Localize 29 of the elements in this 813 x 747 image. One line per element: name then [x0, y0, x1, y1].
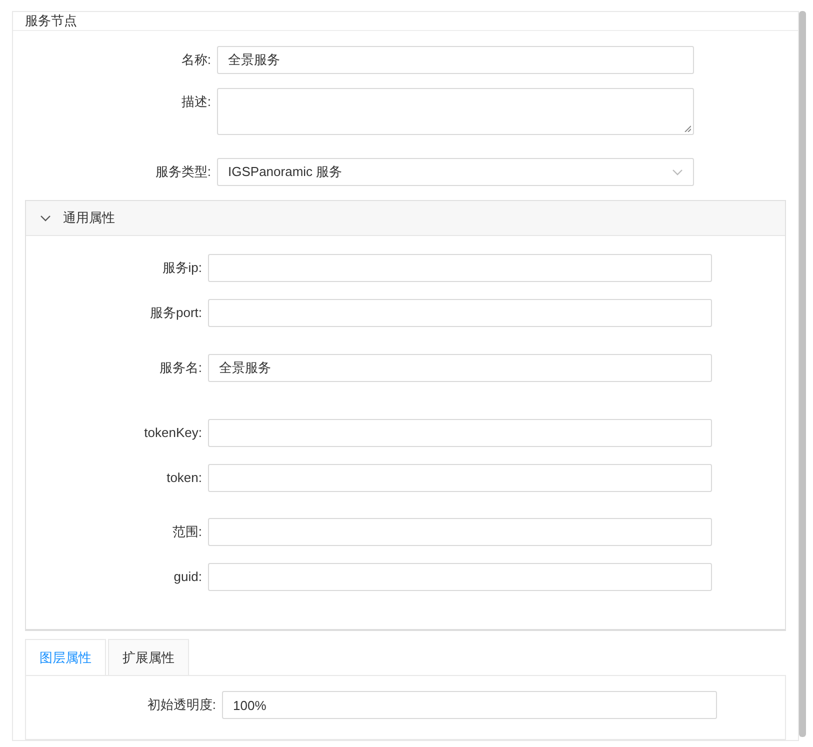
field-label: 名称: [180, 51, 212, 69]
field-label: 服务类型: [154, 163, 212, 181]
input-field[interactable]: 100% [222, 691, 717, 719]
input-field[interactable] [208, 518, 712, 546]
input-field[interactable]: 全景服务 [217, 46, 694, 74]
field-label: 描述: [180, 93, 212, 111]
field-label: 范围: [171, 523, 203, 541]
card-title: 服务节点 [25, 12, 77, 30]
dropdown-caret-icon [672, 168, 683, 176]
chevron-icon [40, 214, 51, 222]
select-field[interactable]: IGSPanoramic 服务 [217, 158, 694, 186]
field-label: tokenKey: [143, 424, 203, 442]
input-field[interactable] [208, 464, 712, 492]
field-label: guid: [172, 568, 203, 586]
input-field[interactable] [208, 419, 712, 447]
input-field[interactable] [208, 299, 712, 327]
panel-header[interactable]: 通用属性 [26, 201, 785, 236]
resize-handle-icon [684, 125, 691, 132]
field-label: 服务名: [158, 359, 203, 377]
input-field[interactable] [208, 254, 712, 282]
field-label: 初始透明度: [146, 696, 217, 714]
field-label: 服务port: [148, 304, 203, 322]
input-field[interactable] [208, 563, 712, 591]
field-label: 服务ip: [161, 259, 203, 277]
scrollbar[interactable] [799, 11, 806, 737]
input-field[interactable]: 全景服务 [208, 354, 712, 382]
field-label: token: [166, 469, 203, 487]
tab[interactable]: 扩展属性 [108, 639, 189, 676]
description-textarea[interactable] [217, 88, 694, 135]
